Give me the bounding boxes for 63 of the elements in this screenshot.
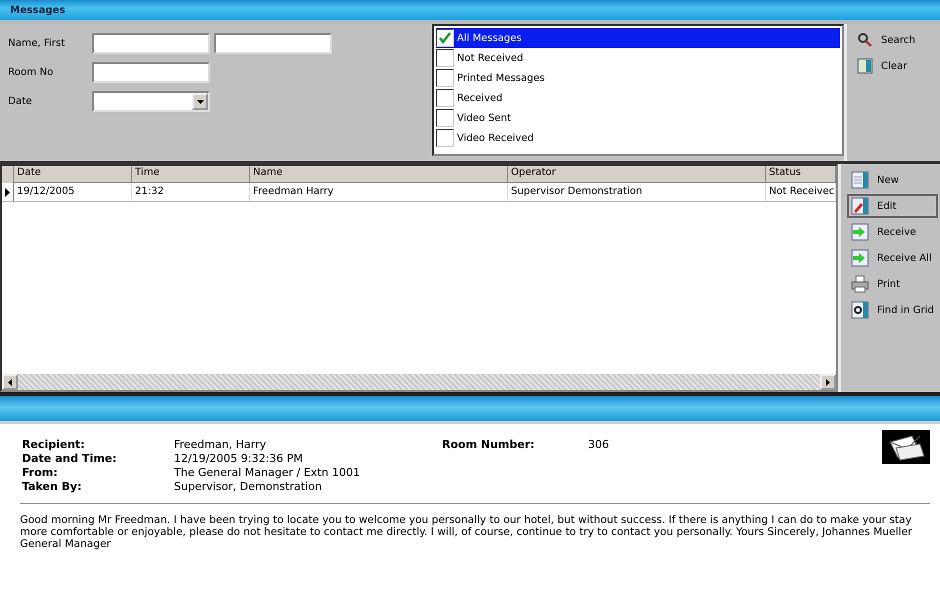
option-label: All Messages bbox=[457, 32, 522, 44]
detail-value: 12/19/2005 9:32:36 PM bbox=[174, 452, 304, 465]
horizontal-scrollbar[interactable] bbox=[2, 374, 836, 390]
document-icon bbox=[851, 171, 869, 189]
action-button[interactable]: Edit bbox=[847, 194, 938, 218]
filter-option[interactable]: All Messages bbox=[436, 28, 840, 48]
detail-value: Freedman, Harry bbox=[174, 438, 268, 451]
detail-label: Date and Time: bbox=[22, 452, 118, 465]
checkbox[interactable] bbox=[436, 129, 454, 147]
right-arrow-icon[interactable] bbox=[826, 378, 830, 386]
filter-option[interactable]: Video Sent bbox=[436, 108, 840, 128]
find-icon bbox=[851, 301, 869, 319]
window-title: Messages bbox=[10, 4, 66, 16]
table-cell: 19/12/2005 bbox=[14, 183, 132, 201]
toolbar-button[interactable]: Clear bbox=[853, 54, 934, 78]
table-cell: Freedman Harry bbox=[250, 183, 508, 201]
last-name-field[interactable] bbox=[92, 33, 210, 54]
action-button[interactable]: Find in Grid bbox=[847, 298, 938, 322]
detail-label: Recipient: bbox=[22, 438, 86, 451]
current-row-icon bbox=[5, 188, 10, 196]
checkbox[interactable] bbox=[436, 29, 454, 47]
message-text: Good morning Mr Freedman. I have been trying to locate you to welcome you personally to our hotel, but without success. If there is anything I can do to make your stay more comfortable or enjoyable, please do not hesitate to contact me directly. I will, of course, continue to try to contact you personally. Yours Sincerely, Johannes Mueller General Manager bbox=[20, 503, 930, 550]
caret-icon bbox=[196, 100, 204, 104]
checkbox[interactable] bbox=[436, 69, 454, 87]
filter-option[interactable]: Video Received bbox=[436, 128, 840, 148]
option-label: Printed Messages bbox=[457, 72, 545, 84]
action-button[interactable]: Receive All bbox=[847, 246, 938, 270]
detail-value: Supervisor, Demonstration bbox=[174, 480, 323, 493]
toolbar-button[interactable]: Search bbox=[853, 28, 934, 52]
action-button[interactable]: Print bbox=[847, 272, 938, 296]
filter-option[interactable]: Not Received bbox=[436, 48, 840, 68]
search-icon bbox=[857, 32, 873, 48]
filter-option[interactable]: Received bbox=[436, 88, 840, 108]
edit-icon bbox=[851, 197, 869, 215]
field-label: Room No bbox=[8, 67, 54, 78]
table-cell: Not Receivec bbox=[766, 183, 836, 201]
action-button[interactable]: New bbox=[847, 168, 938, 192]
option-label: Video Received bbox=[457, 132, 534, 144]
filter-option[interactable]: Printed Messages bbox=[436, 68, 840, 88]
printer-icon bbox=[851, 275, 869, 293]
table-row[interactable]: 19/12/2005 21:32 Freedman Harry Supervisor Demonstration Not Receivec bbox=[2, 183, 836, 202]
input-field[interactable] bbox=[92, 62, 210, 83]
detail-label: From: bbox=[22, 466, 59, 479]
envelopes-icon bbox=[882, 430, 930, 464]
field-label: Name, First bbox=[8, 38, 66, 49]
table-cell: Supervisor Demonstration bbox=[508, 183, 766, 201]
dropdown-button[interactable] bbox=[192, 93, 208, 110]
document-icon bbox=[857, 58, 873, 74]
checkbox[interactable] bbox=[436, 49, 454, 67]
option-label: Received bbox=[457, 92, 502, 104]
detail-value: 306 bbox=[588, 438, 609, 451]
checkbox[interactable] bbox=[436, 109, 454, 127]
field-label: Date bbox=[8, 96, 33, 107]
detail-label: Room Number: bbox=[442, 438, 536, 451]
action-button[interactable]: Receive bbox=[847, 220, 938, 244]
detail-label: Taken By: bbox=[22, 480, 83, 493]
left-arrow-icon[interactable] bbox=[8, 378, 12, 386]
table-cell: 21:32 bbox=[132, 183, 250, 201]
detail-value: The General Manager / Extn 1001 bbox=[174, 466, 361, 479]
checkbox[interactable] bbox=[436, 89, 454, 107]
option-label: Video Sent bbox=[457, 112, 511, 124]
first-name-field[interactable] bbox=[214, 33, 332, 54]
option-label: Not Received bbox=[457, 52, 524, 64]
